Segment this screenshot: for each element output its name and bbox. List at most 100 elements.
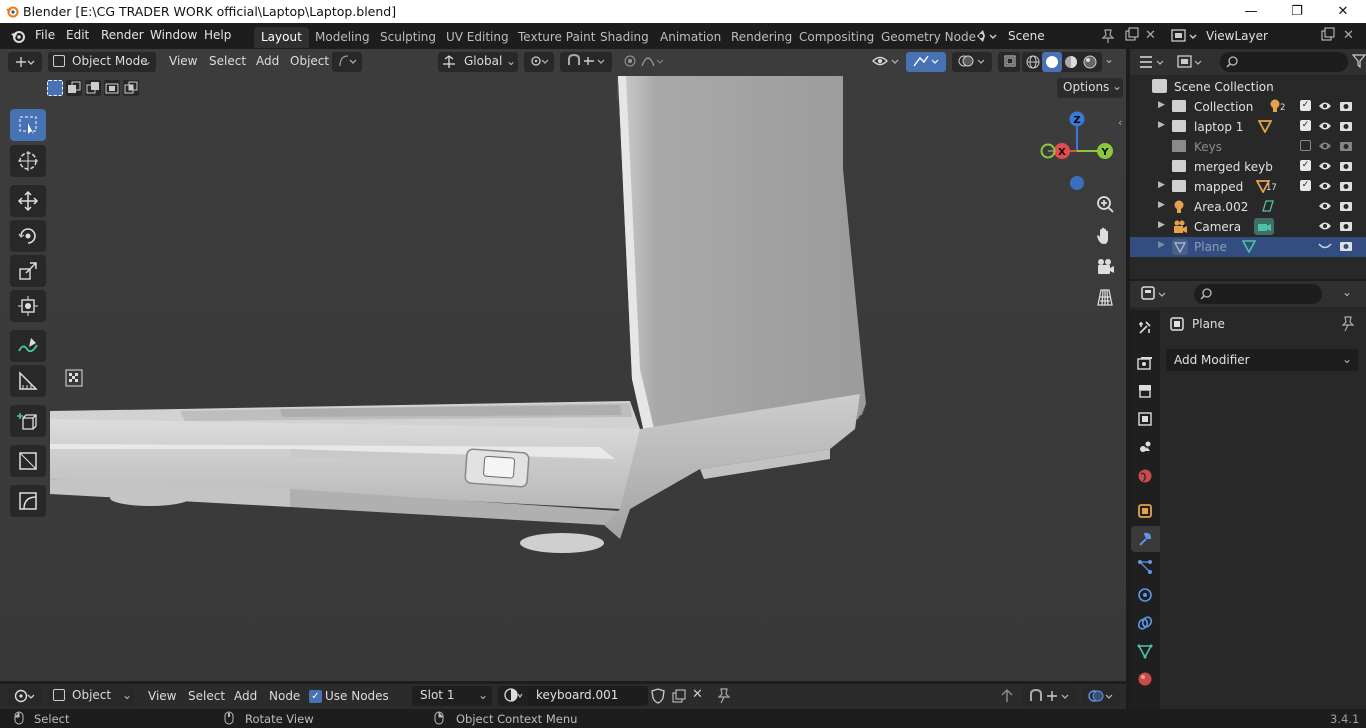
new-scene-icon[interactable] — [1124, 27, 1140, 43]
outliner-row-mapped[interactable]: ▶ mapped 17 ✓ — [1130, 177, 1366, 197]
use-nodes-checkbox[interactable]: ✓ — [309, 690, 322, 703]
tab-material-icon[interactable] — [1136, 670, 1154, 688]
close-window-button[interactable]: ✕ — [1320, 0, 1366, 23]
tab-view-layer-icon[interactable] — [1136, 410, 1154, 428]
tab-geometry-nodes[interactable]: Geometry Node — [874, 27, 983, 48]
shader-menu-view[interactable]: View — [148, 689, 176, 703]
tab-modifier-icon[interactable] — [1136, 530, 1154, 548]
zoom-button[interactable] — [1093, 193, 1117, 217]
exclude-checkbox[interactable]: ✓ — [1300, 180, 1311, 191]
eye-icon[interactable] — [1318, 159, 1332, 173]
pan-button[interactable] — [1093, 224, 1117, 248]
transform-orientation-dropdown[interactable]: Global ⌄ — [438, 52, 518, 72]
tab-render-icon[interactable] — [1136, 354, 1154, 372]
select-subtract-icon[interactable] — [85, 80, 101, 96]
camera-render-icon[interactable] — [1339, 179, 1353, 193]
overlays-toggle-button[interactable] — [952, 52, 992, 72]
blender-menu-icon[interactable] — [10, 28, 26, 44]
shader-editor-type-button[interactable] — [8, 686, 42, 706]
options-dropdown[interactable]: Options ⌄ — [1057, 78, 1123, 98]
minimize-button[interactable]: — — [1228, 0, 1274, 23]
tab-uv-editing[interactable]: UV Editing — [439, 27, 516, 48]
pin-icon[interactable] — [1341, 316, 1355, 332]
menu-view[interactable]: View — [169, 54, 197, 68]
tab-compositing[interactable]: Compositing — [792, 27, 881, 48]
tool-transform[interactable] — [10, 290, 46, 322]
camera-view-button[interactable] — [1093, 255, 1117, 279]
material-browse-button[interactable] — [498, 686, 528, 706]
menu-select[interactable]: Select — [209, 54, 246, 68]
camera-render-icon[interactable] — [1339, 139, 1353, 153]
sidebar-toggle-chevron-icon[interactable]: ‹ — [1118, 116, 1122, 129]
tab-data-icon[interactable] — [1136, 642, 1154, 660]
eye-icon[interactable] — [1318, 139, 1332, 153]
scene-icon[interactable] — [974, 27, 998, 45]
properties-editor-type-icon[interactable] — [1140, 285, 1170, 303]
delete-view-layer-icon[interactable]: ✕ — [1343, 28, 1354, 43]
eye-icon[interactable] — [1318, 179, 1332, 193]
expand-arrow-icon[interactable]: ▶ — [1158, 180, 1165, 190]
tool-panel-toggle[interactable] — [10, 445, 46, 477]
tab-physics-icon[interactable] — [1136, 586, 1154, 604]
tool-move[interactable] — [10, 185, 46, 217]
select-invert-icon[interactable] — [104, 80, 120, 96]
solid-shading-icon[interactable] — [1042, 52, 1062, 72]
camera-render-icon[interactable] — [1339, 99, 1353, 113]
tool-cursor[interactable] — [10, 145, 46, 177]
3d-viewport[interactable] — [0, 49, 1126, 681]
select-extend-icon[interactable] — [66, 80, 82, 96]
outliner-row-merged-keyb[interactable]: merged keyb ✓ — [1130, 157, 1366, 177]
camera-render-icon[interactable] — [1339, 159, 1353, 173]
editor-type-button[interactable] — [8, 52, 42, 72]
tool-measure[interactable] — [10, 365, 46, 397]
properties-search-input[interactable] — [1194, 284, 1322, 304]
expand-arrow-icon[interactable]: ▶ — [1158, 100, 1165, 110]
tool-annotate[interactable] — [10, 330, 46, 362]
exclude-checkbox[interactable]: ✓ — [1300, 100, 1311, 111]
gizmo-toggle-button[interactable] — [906, 52, 946, 72]
visibility-filter-icon[interactable] — [872, 54, 904, 68]
outliner-scene-collection[interactable]: Scene Collection — [1130, 77, 1366, 97]
tab-texture-paint[interactable]: Texture Paint — [511, 27, 602, 48]
outliner-row-plane[interactable]: ▶ Plane — [1130, 237, 1366, 257]
properties-options-chevron-icon[interactable]: ⌄ — [1342, 285, 1352, 299]
view-layer-icon[interactable] — [1170, 27, 1200, 45]
snap-mode-button[interactable] — [332, 52, 362, 72]
unlink-material-icon[interactable]: ✕ — [692, 687, 703, 702]
outliner-row-camera[interactable]: ▶ Camera — [1130, 217, 1366, 237]
shader-menu-add[interactable]: Add — [234, 689, 257, 703]
eye-icon[interactable] — [1318, 199, 1332, 213]
pivot-point-button[interactable] — [524, 52, 554, 72]
outliner-editor-type-icon[interactable] — [1138, 53, 1168, 71]
tab-object-icon[interactable] — [1136, 502, 1154, 520]
menu-file[interactable]: File — [35, 28, 55, 42]
tab-shading[interactable]: Shading — [593, 27, 656, 48]
filter-icon[interactable] — [1352, 53, 1366, 69]
camera-render-icon[interactable] — [1339, 119, 1353, 133]
exclude-checkbox[interactable]: ✓ — [1300, 160, 1311, 171]
outliner-row-keys[interactable]: Keys — [1130, 137, 1366, 157]
eye-closed-icon[interactable] — [1318, 240, 1332, 252]
tab-constraints-icon[interactable] — [1136, 614, 1154, 632]
material-name-field[interactable]: keyboard.001 — [528, 686, 648, 706]
snap-button[interactable] — [560, 52, 612, 72]
tab-modeling[interactable]: Modeling — [308, 27, 377, 48]
menu-add[interactable]: Add — [256, 54, 279, 68]
parent-node-tree-icon[interactable] — [998, 687, 1016, 705]
tab-rendering[interactable]: Rendering — [724, 27, 799, 48]
eye-icon[interactable] — [1318, 119, 1332, 133]
maximize-button[interactable]: ❐ — [1274, 0, 1320, 23]
xray-toggle-button[interactable] — [998, 52, 1020, 72]
fake-user-shield-icon[interactable] — [650, 688, 666, 704]
menu-help[interactable]: Help — [204, 28, 231, 42]
add-modifier-dropdown[interactable]: Add Modifier ⌄ — [1166, 349, 1358, 371]
menu-render[interactable]: Render — [101, 28, 144, 42]
pin-icon[interactable] — [717, 688, 731, 704]
display-mode-icon[interactable] — [1176, 53, 1206, 71]
tab-output-icon[interactable] — [1136, 382, 1154, 400]
tab-world-icon[interactable] — [1136, 467, 1154, 485]
outliner-row-collection[interactable]: ▶ Collection 2 ✓ — [1130, 97, 1366, 117]
tool-scale[interactable] — [10, 255, 46, 287]
tool-add-cube[interactable] — [10, 405, 46, 437]
exclude-checkbox[interactable] — [1300, 140, 1311, 151]
